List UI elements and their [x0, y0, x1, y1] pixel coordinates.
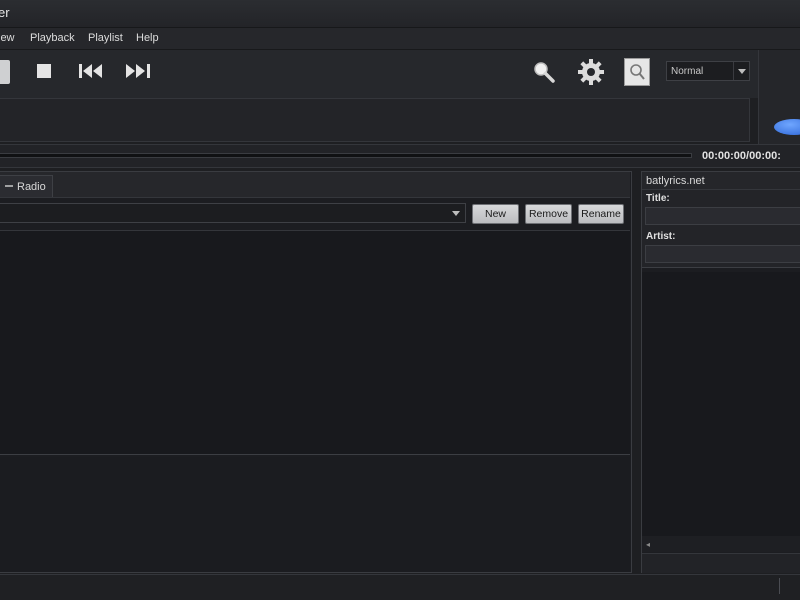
playlist-select[interactable] — [0, 203, 466, 223]
tab-strip — [0, 172, 630, 198]
window-title: er — [0, 5, 10, 20]
lyrics-text — [642, 272, 800, 552]
tab-radio-label: Radio — [17, 180, 46, 193]
menu-bar: iew Playback Playlist Help — [0, 28, 800, 50]
title-label: Title: — [646, 193, 670, 204]
play-icon[interactable] — [0, 60, 10, 84]
search-icon[interactable] — [530, 58, 558, 86]
playback-mode-value: Normal — [671, 65, 704, 77]
track-list[interactable] — [0, 230, 630, 455]
horizontal-scrollbar[interactable] — [642, 536, 800, 552]
menu-playback[interactable]: Playback — [30, 32, 75, 44]
gear-icon[interactable] — [575, 56, 607, 88]
now-playing-area — [0, 98, 750, 142]
menu-help[interactable]: Help — [136, 32, 159, 44]
status-bar — [0, 574, 800, 600]
zoom-icon[interactable] — [624, 58, 650, 86]
artist-field[interactable] — [645, 245, 800, 263]
status-separator — [779, 578, 780, 594]
new-playlist-button[interactable]: New — [472, 204, 519, 224]
menu-view[interactable]: iew — [0, 32, 15, 44]
playback-mode-select[interactable]: Normal — [666, 61, 750, 81]
title-bar — [0, 0, 800, 28]
title-field[interactable] — [645, 207, 800, 225]
next-icon[interactable] — [124, 63, 154, 79]
chevron-down-icon — [733, 62, 749, 80]
scroll-left-icon[interactable]: ◂ — [646, 540, 650, 549]
lyrics-source: batlyrics.net — [642, 172, 800, 190]
tab-radio[interactable]: Radio — [0, 175, 53, 197]
rename-playlist-button[interactable]: Rename — [578, 204, 624, 224]
artist-label: Artist: — [646, 231, 676, 242]
radio-icon — [5, 181, 13, 193]
secondary-list[interactable] — [0, 457, 630, 572]
remove-playlist-button[interactable]: Remove — [525, 204, 572, 224]
time-readout: 00:00:00/00:00: — [702, 150, 781, 162]
seek-bar[interactable] — [0, 153, 692, 158]
menu-playlist[interactable]: Playlist — [88, 32, 123, 44]
stop-icon[interactable] — [37, 64, 51, 78]
lyrics-footer — [642, 553, 800, 573]
chevron-down-icon — [447, 204, 465, 222]
previous-icon[interactable] — [78, 63, 106, 79]
